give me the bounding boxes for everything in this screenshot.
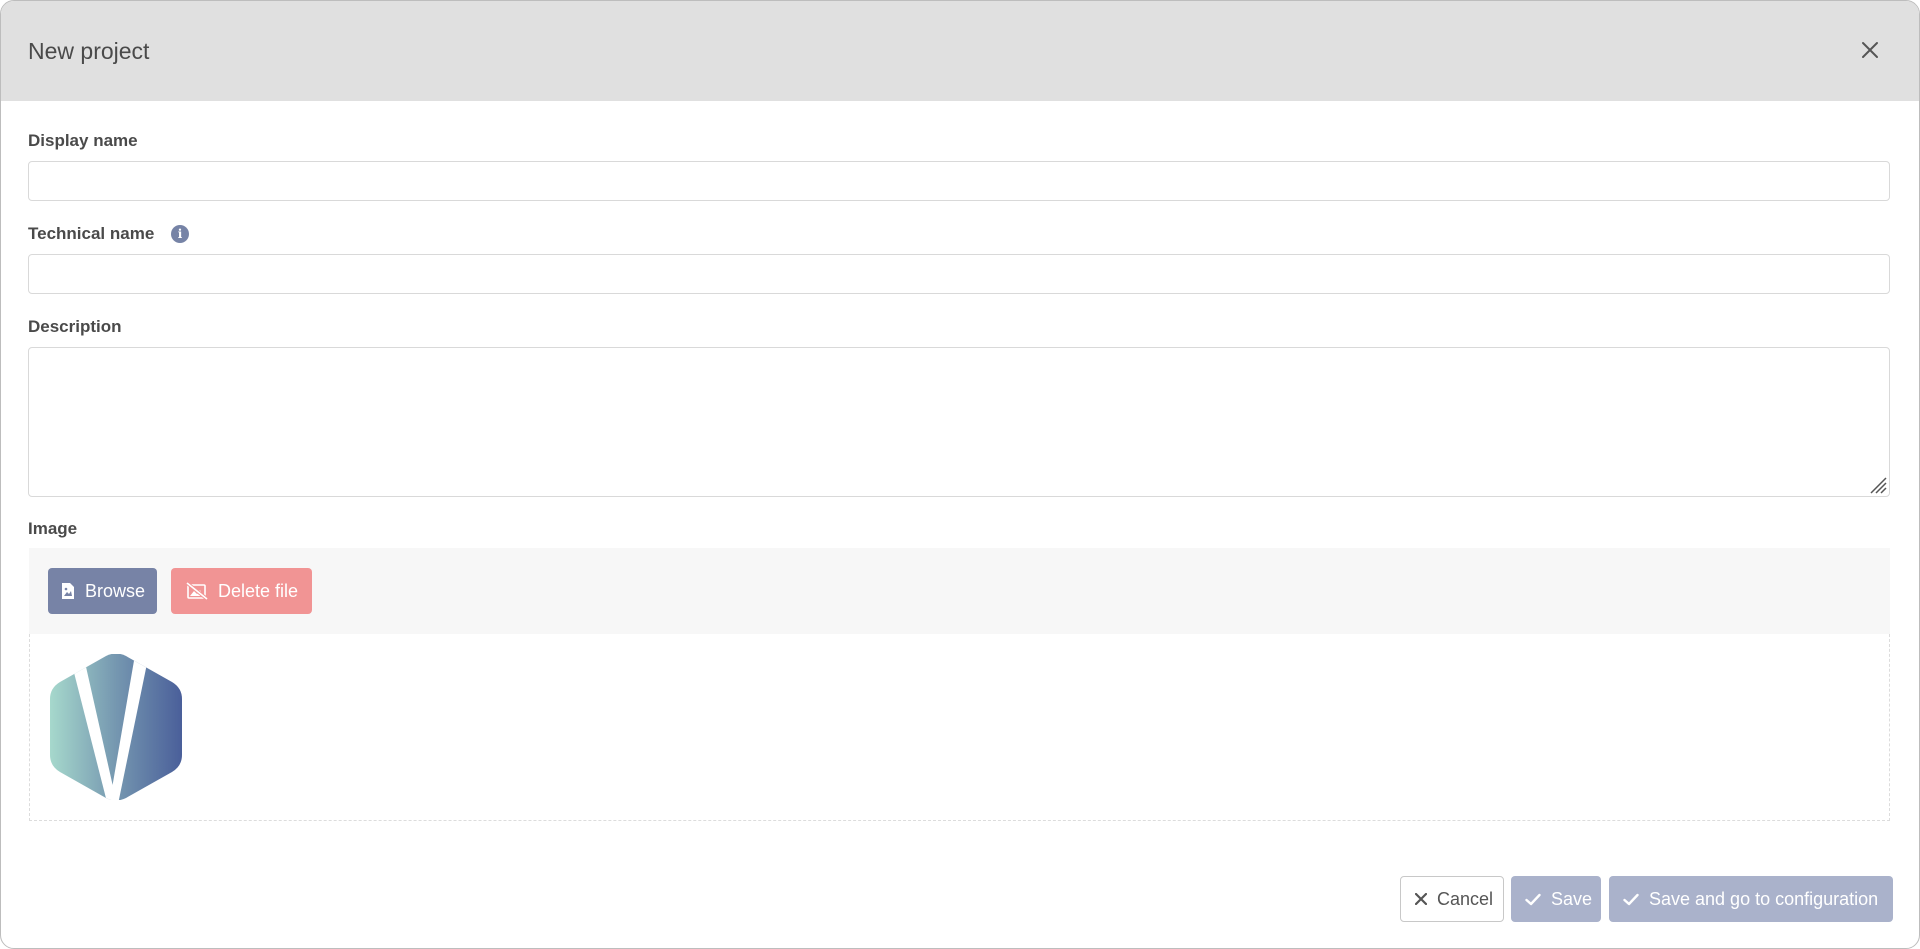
save-and-configure-button[interactable]: Save and go to configuration [1609,876,1893,922]
check-icon [1525,893,1541,906]
dialog-header: New project [1,1,1919,101]
save-and-configure-label: Save and go to configuration [1649,888,1879,909]
dialog-title: New project [28,38,150,64]
description-label: Description [28,317,122,336]
display-name-input[interactable] [28,161,1890,201]
cancel-label: Cancel [1437,888,1494,909]
image-preview-area [29,634,1890,821]
new-project-dialog: New project Display name Technical name … [0,0,1920,949]
technical-name-label-text: Technical name [28,224,155,243]
technical-name-input[interactable] [28,254,1890,294]
image-label: Image [28,519,78,538]
display-name-label: Display name [28,131,138,150]
logo-image [50,654,182,800]
x-icon [1415,893,1427,905]
delete-file-button[interactable]: Delete file [171,568,312,614]
info-icon[interactable]: i [171,225,190,243]
resize-handle-icon[interactable] [1867,474,1887,494]
close-icon[interactable] [1859,39,1881,61]
check-icon [1623,893,1639,906]
save-label: Save [1551,888,1593,909]
save-button[interactable]: Save [1511,876,1601,922]
description-textarea[interactable] [28,347,1890,497]
delete-file-label: Delete file [218,580,299,601]
browse-label: Browse [85,580,146,601]
cancel-button[interactable]: Cancel [1400,876,1504,922]
image-upload-toolbar: Browse Delete file [29,548,1890,634]
file-image-icon [61,582,75,600]
image-slash-icon [186,582,208,600]
browse-button[interactable]: Browse [48,568,157,614]
technical-name-label: Technical name i [28,224,190,244]
